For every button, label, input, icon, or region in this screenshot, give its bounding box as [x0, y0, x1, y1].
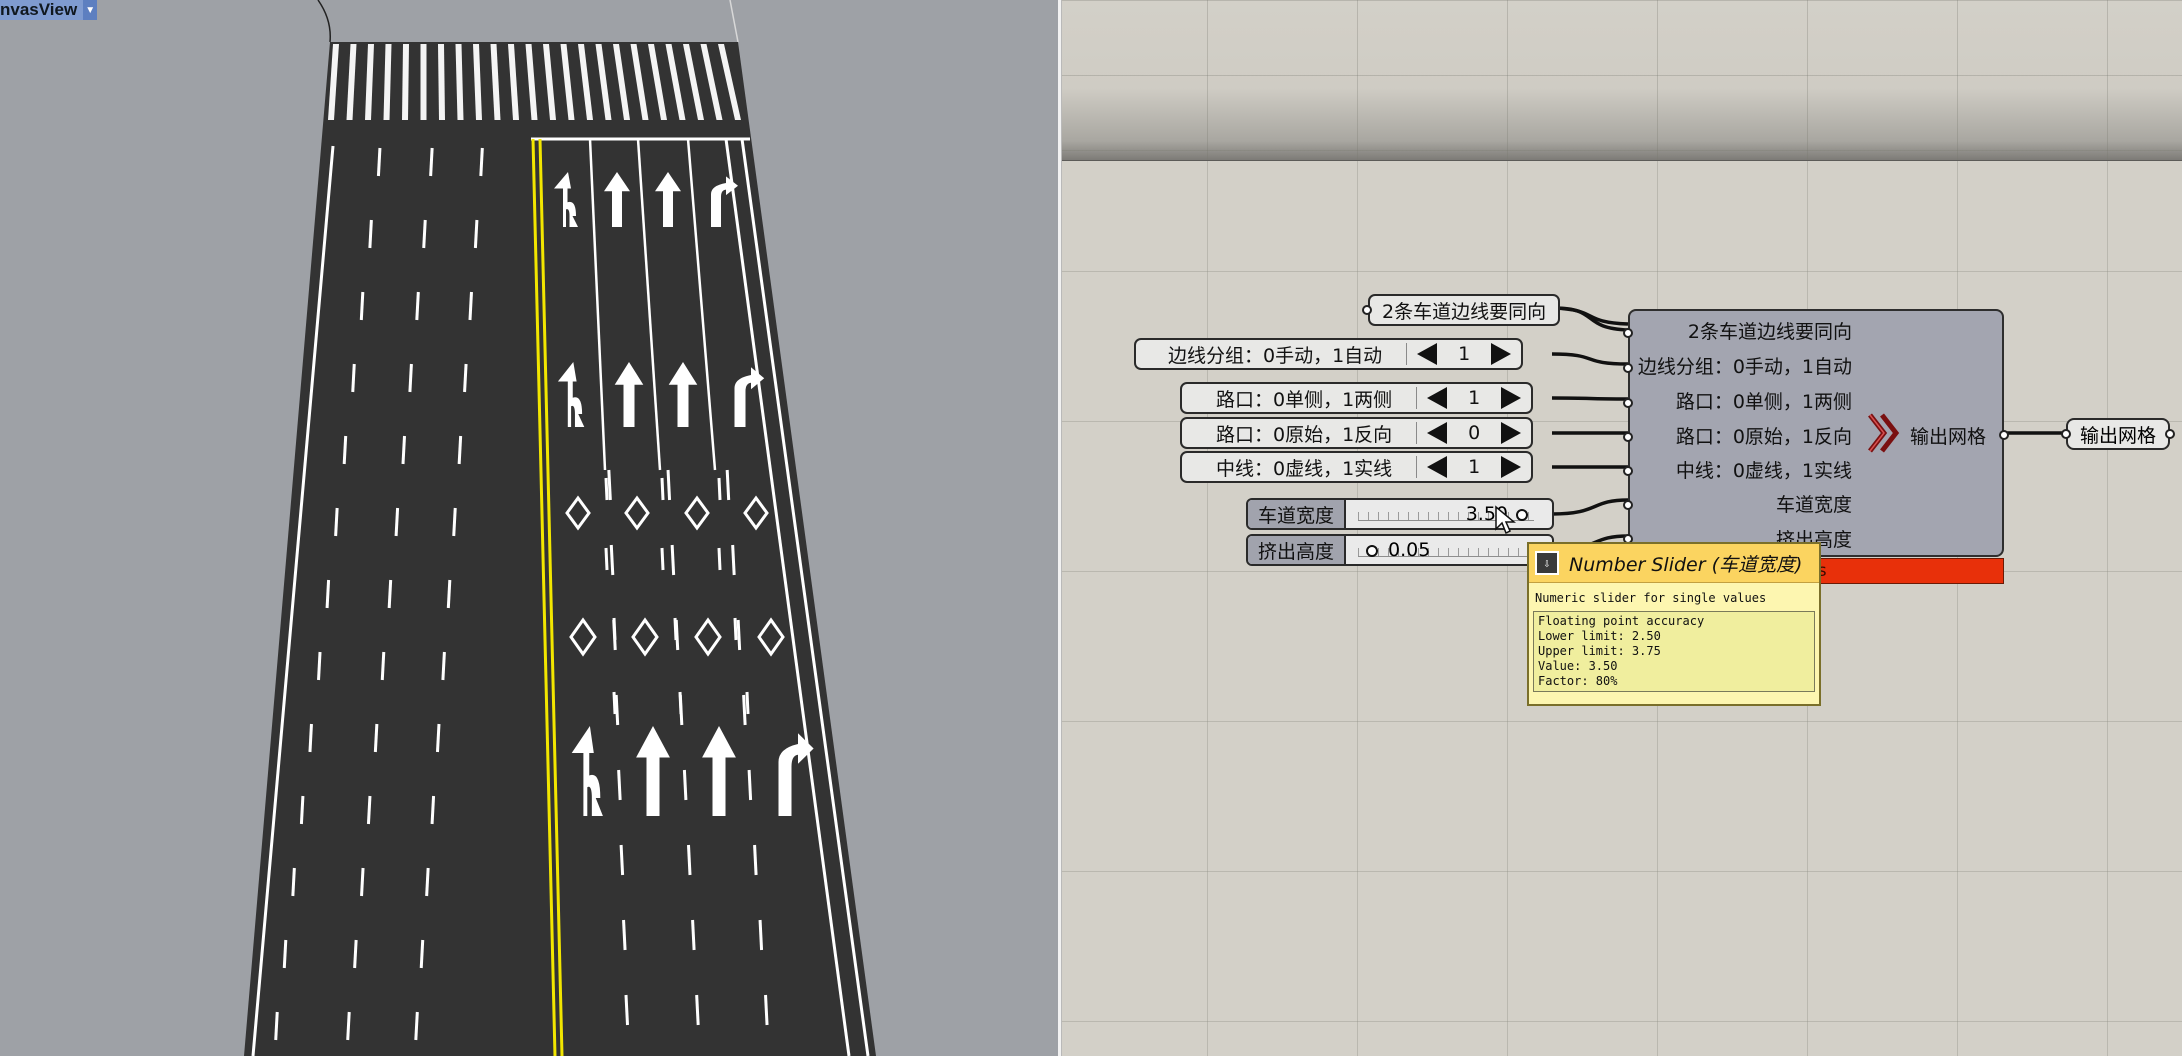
input-port[interactable]	[1623, 363, 1633, 373]
slider-tooltip: ⇩ Number Slider (车道宽度) Numeric slider fo…	[1527, 542, 1821, 706]
decrement-arrow-icon[interactable]	[1427, 387, 1448, 409]
input-port[interactable]	[1623, 328, 1633, 338]
input-label: 中线：0虚线，1实线	[1216, 457, 1393, 480]
decrement-arrow-icon[interactable]	[1417, 343, 1438, 365]
slider-track[interactable]: 0.05	[1346, 536, 1552, 564]
output-node-label: 输出网格	[2080, 424, 2157, 447]
component-input-label[interactable]: 路口：0原始，1反向	[1676, 422, 1852, 449]
component-error-bar: ns	[1800, 558, 2004, 584]
slider-name: 车道宽度	[1248, 500, 1347, 528]
road-mesh-component[interactable]: 2条车道边线要同向 边线分组：0手动，1自动 路口：0单侧，1两侧 路口：0原始…	[1623, 309, 2009, 557]
component-input-label[interactable]: 车道宽度	[1776, 490, 1852, 517]
stepper-value: 1	[1458, 343, 1471, 365]
component-input-label[interactable]: 边线分组：0手动，1自动	[1638, 352, 1852, 379]
output-port[interactable]	[1999, 430, 2009, 440]
component-input-label[interactable]: 2条车道边线要同向	[1688, 317, 1852, 344]
decrement-arrow-icon[interactable]	[1427, 422, 1448, 444]
input-label: 路口：0单侧，1两侧	[1216, 388, 1393, 411]
slider-ticks	[1358, 548, 1534, 557]
increment-arrow-icon[interactable]	[1501, 422, 1522, 444]
tooltip-details: Floating point accuracy Lower limit: 2.5…	[1533, 611, 1815, 692]
slider-grip[interactable]	[1366, 545, 1379, 557]
increment-arrow-icon[interactable]	[1501, 387, 1522, 409]
decrement-arrow-icon[interactable]	[1427, 456, 1448, 478]
component-input-label[interactable]: 路口：0单侧，1两侧	[1676, 387, 1852, 414]
input-label: 路口：0原始，1反向	[1216, 423, 1393, 446]
slider-extrude-height[interactable]: 挤出高度 0.05	[1246, 534, 1554, 566]
input-port[interactable]	[1623, 398, 1633, 408]
component-output-label[interactable]: 输出网格	[1910, 422, 1986, 449]
input-port[interactable]	[1362, 305, 1372, 315]
stepper-value: 1	[1468, 456, 1481, 478]
input-port[interactable]	[2061, 429, 2071, 439]
tooltip-description: Numeric slider for single values	[1535, 591, 1767, 605]
value-stepper[interactable]: 1	[1417, 456, 1531, 478]
stepper-value: 0	[1468, 422, 1481, 444]
output-port[interactable]	[2165, 429, 2176, 439]
value-stepper[interactable]: 1	[1407, 343, 1521, 365]
component-input-label[interactable]: 中线：0虚线，1实线	[1676, 456, 1852, 483]
input-node-edge-group[interactable]: 边线分组：0手动，1自动 1	[1134, 338, 1524, 370]
input-label: 边线分组：0手动，1自动	[1168, 344, 1383, 367]
slider-icon: ⇩	[1535, 551, 1559, 575]
input-port[interactable]	[1623, 500, 1633, 510]
stepper-value: 1	[1468, 387, 1481, 409]
input-label: 2条车道边线要同向	[1382, 300, 1547, 323]
value-stepper[interactable]: 0	[1417, 422, 1531, 444]
slider-grip[interactable]	[1516, 509, 1528, 521]
tooltip-header: ⇩ Number Slider (车道宽度)	[1529, 544, 1819, 583]
input-node-same-direction[interactable]: 2条车道边线要同向	[1362, 294, 1561, 326]
input-node-centerline[interactable]: 中线：0虚线，1实线 1	[1180, 451, 1534, 483]
input-port[interactable]	[1623, 432, 1633, 442]
value-stepper[interactable]: 1	[1417, 387, 1531, 409]
increment-arrow-icon[interactable]	[1501, 456, 1522, 478]
output-node[interactable]: 输出网格	[2061, 418, 2176, 450]
input-node-junction-side[interactable]: 路口：0单侧，1两侧 1	[1180, 382, 1534, 414]
slider-name: 挤出高度	[1248, 536, 1347, 564]
slider-value: 0.05	[1388, 539, 1431, 561]
input-port[interactable]	[1623, 466, 1633, 476]
slider-track[interactable]: 3.50	[1346, 500, 1552, 528]
tooltip-title: Number Slider (车道宽度)	[1569, 553, 1803, 576]
input-node-junction-direction[interactable]: 路口：0原始，1反向 0	[1180, 417, 1534, 449]
mouse-cursor-icon	[1495, 505, 1516, 535]
component-logo-icon	[1868, 413, 1900, 453]
increment-arrow-icon[interactable]	[1491, 343, 1512, 365]
